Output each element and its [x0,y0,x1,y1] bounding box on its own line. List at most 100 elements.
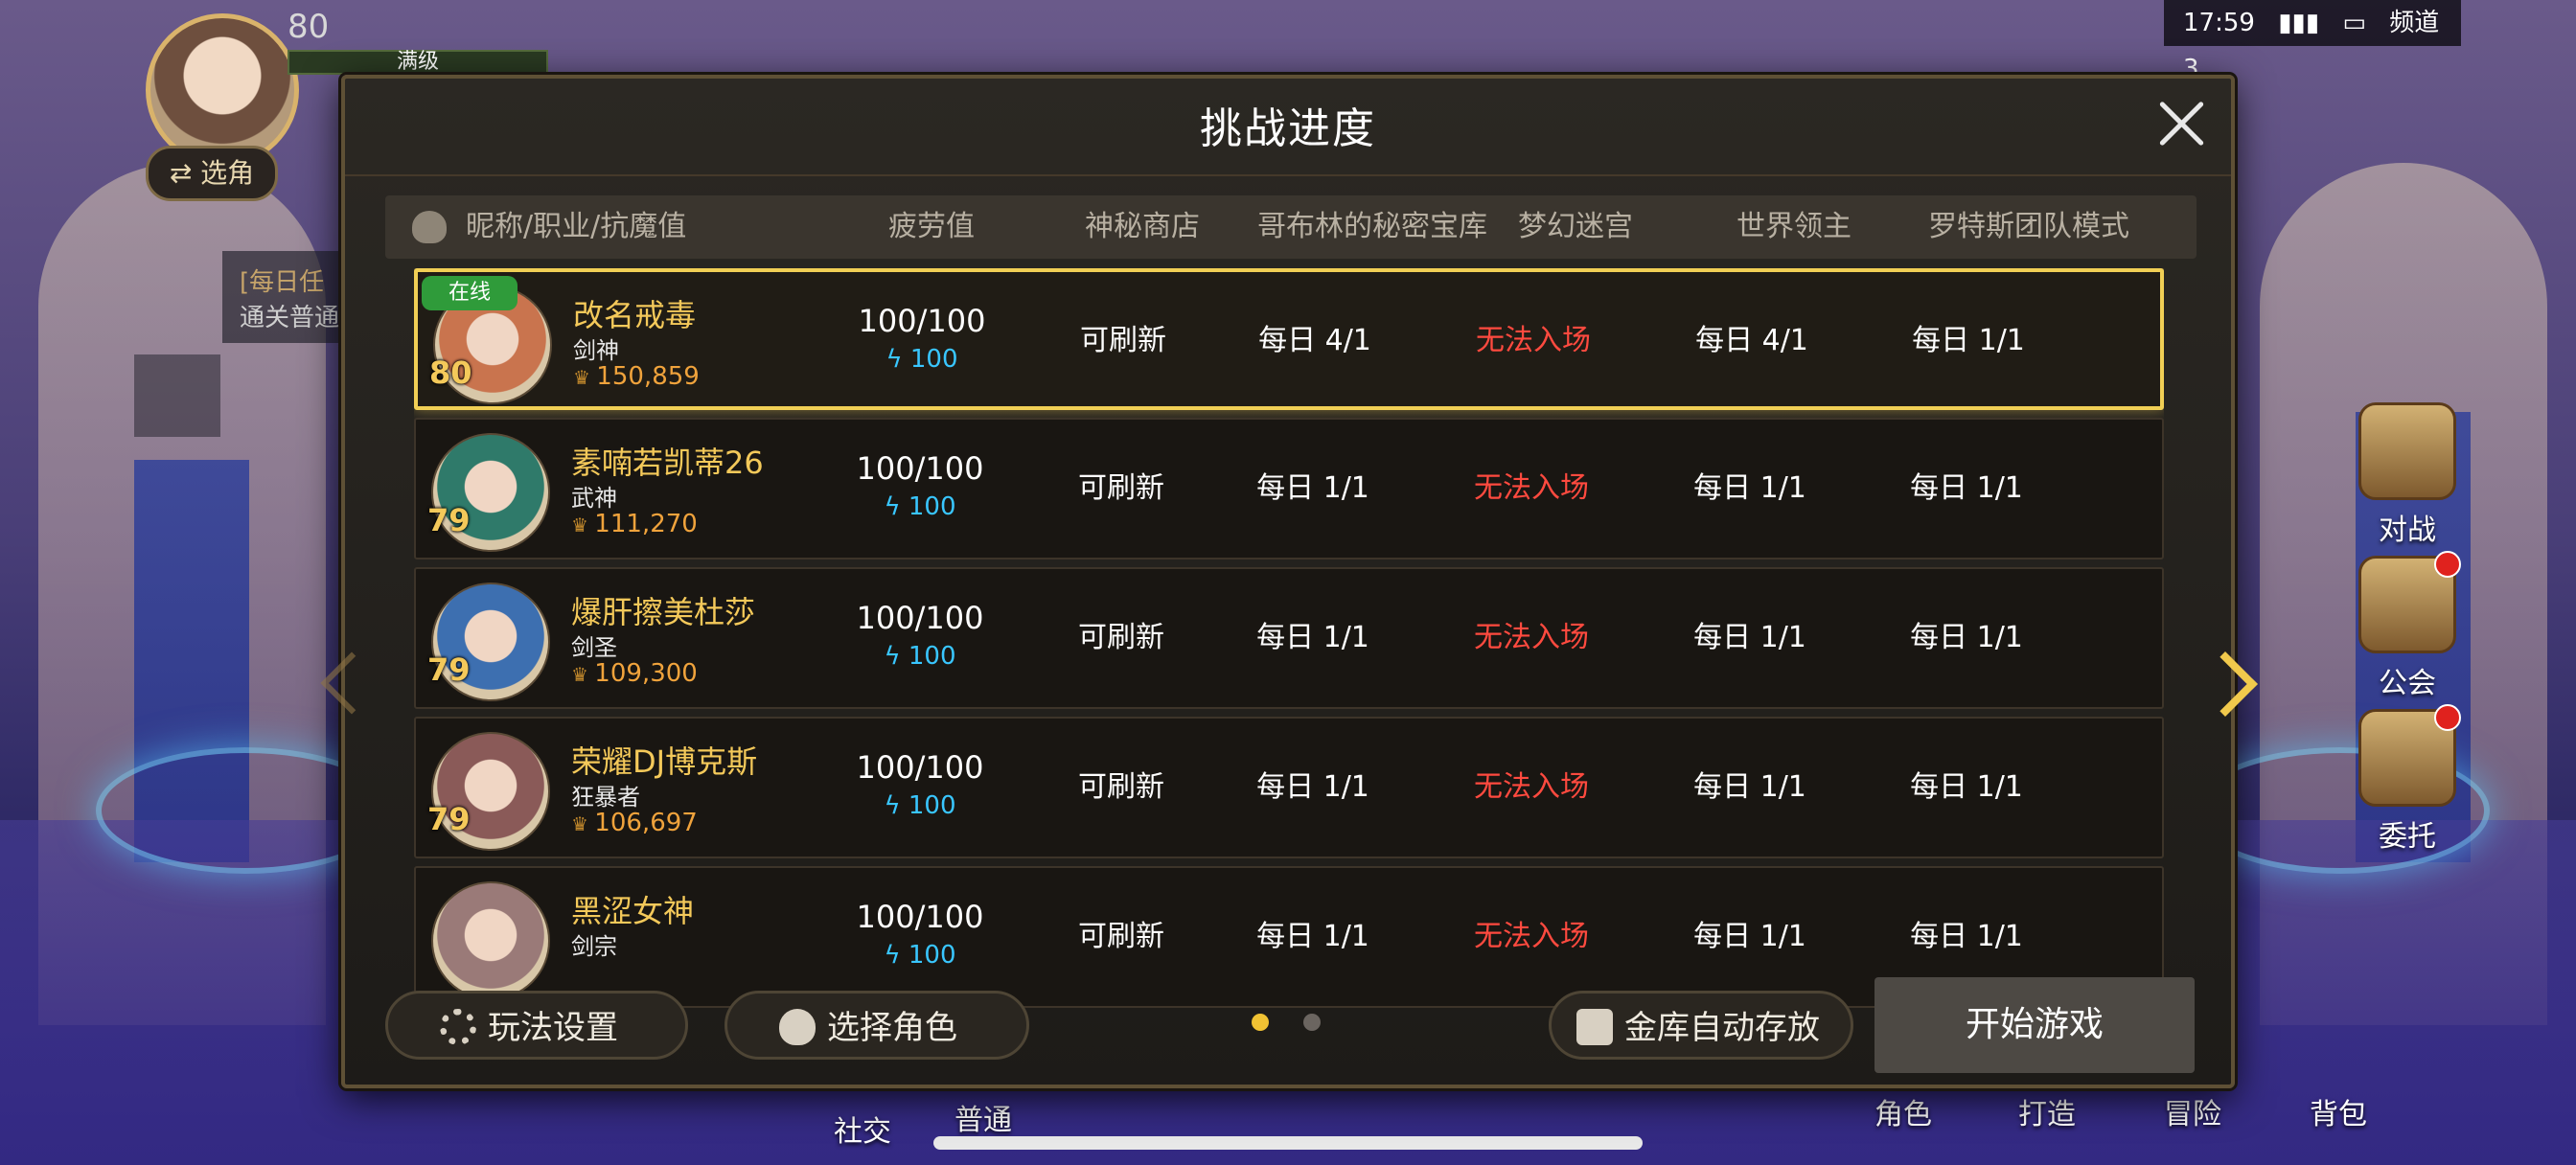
world-boss-status: 每日 1/1 [1693,770,1806,804]
energy-value: ϟ 100 [884,791,956,820]
energy-value: ϟ 100 [884,941,956,970]
character-name: 荣耀DJ博克斯 [571,743,758,780]
energy-number: 100 [908,642,956,671]
energy-value: ϟ 100 [886,345,958,374]
fatigue-cell: 100/100 ϟ 100 [824,749,1016,820]
energy-value: ϟ 100 [884,642,956,671]
table-header: 昵称/职业/抗魔值 疲劳值 神秘商店 哥布林的秘密宝库 梦幻迷宫 世界领主 罗特… [385,195,2196,259]
goblin-vault-status: 每日 4/1 [1258,324,1371,357]
character-level: 79 [427,651,471,688]
fatigue-value: 100/100 [856,749,984,786]
player-avatar[interactable] [146,13,299,167]
fatigue-value: 100/100 [856,600,984,636]
character-row[interactable]: 79 荣耀DJ博克斯 狂暴者 106,697 100/100 ϟ 100 可刷新… [414,717,2164,858]
goblin-vault-status: 每日 1/1 [1256,920,1369,953]
character-row[interactable]: 79 爆肝擦美杜莎 剑圣 109,300 100/100 ϟ 100 可刷新 每… [414,567,2164,709]
shop-status: 可刷新 [1078,920,1164,953]
nav-social[interactable]: 社交 [834,1108,891,1150]
treasure-chest-icon [1576,1008,1613,1045]
fatigue-value: 100/100 [858,303,986,339]
close-button[interactable] [2154,96,2208,149]
energy-number: 100 [908,492,956,521]
character-name: 素喃若凯蒂26 [571,445,764,481]
battery-icon: ▭ [2342,9,2366,37]
energy-value: ϟ 100 [884,492,956,521]
character-name: 改名戒毒 [573,297,697,333]
dream-maze-status: 无法入场 [1474,920,1589,953]
page-indicator-active [1252,1014,1269,1031]
friends-icon[interactable] [134,354,220,437]
start-game-button[interactable]: 开始游戏 [1874,977,2195,1073]
character-row[interactable]: 在线 80 改名戒毒 剑神 150,859 100/100 ϟ 100 可刷新 … [414,268,2164,410]
anti-magic-value: 106,697 [571,809,698,837]
nav-character[interactable]: 角色 [1874,1090,1932,1132]
character-job: 武神 [571,485,617,512]
header-maze: 梦幻迷宫 [1518,210,1633,243]
world-boss-status: 每日 1/1 [1693,621,1806,654]
anti-magic-value: 111,270 [571,510,698,538]
nav-adventure[interactable]: 冒险 [2164,1090,2221,1132]
challenge-progress-dialog: 挑战进度 昵称/职业/抗魔值 疲劳值 神秘商店 哥布林的秘密宝库 梦幻迷宫 世界… [320,75,2258,1088]
status-bar: 17:59 ▮▮▮ ▭ 频道3 [2164,0,2461,83]
header-goblin: 哥布林的秘密宝库 [1257,210,1487,243]
settings-label: 玩法设置 [488,1009,618,1047]
notification-dot [2434,551,2461,578]
goblin-vault-status: 每日 1/1 [1256,621,1369,654]
player-level: 80 [288,8,330,46]
fatigue-value: 100/100 [856,899,984,935]
vault-auto-store-button[interactable]: 金库自动存放 [1549,991,1853,1060]
nav-bag[interactable]: 背包 [2310,1090,2367,1132]
character-list[interactable]: 在线 80 改名戒毒 剑神 150,859 100/100 ϟ 100 可刷新 … [414,268,2164,1037]
world-boss-status: 每日 1/1 [1693,920,1806,953]
gameplay-settings-button[interactable]: 玩法设置 [385,991,688,1060]
switch-role-button[interactable]: ⇄ 选角 [146,146,278,201]
battle-label: 对战 [2379,514,2436,547]
dream-maze-status: 无法入场 [1474,770,1589,804]
online-badge: 在线 [422,276,518,310]
header-raid: 罗特斯团队模式 [1928,210,2129,243]
commission-label: 委托 [2379,820,2436,854]
nav-normal[interactable]: 普通 [954,1096,1012,1138]
commission-button[interactable]: 委托 [2354,704,2461,855]
header-name: 昵称/职业/抗魔值 [466,210,687,243]
header-fatigue: 疲劳值 [888,210,975,243]
character-job: 狂暴者 [571,784,640,811]
energy-number: 100 [908,791,956,820]
character-level: 80 [429,354,472,391]
clock: 17:59 [2183,9,2255,37]
world-boss-status: 每日 1/1 [1693,471,1806,505]
title-divider [345,174,2231,176]
select-role-button[interactable]: 选择角色 [724,991,1029,1060]
next-page-arrow[interactable] [2193,651,2258,717]
notice-board-icon [2358,704,2461,807]
dream-maze-status: 无法入场 [1476,324,1591,357]
character-select-icon [779,1008,816,1045]
character-row[interactable]: 79 素喃若凯蒂26 武神 111,270 100/100 ϟ 100 可刷新 … [414,418,2164,560]
signal-icon: ▮▮▮ [2278,9,2320,37]
shop-status: 可刷新 [1078,621,1164,654]
page-indicator [1303,1014,1321,1031]
fatigue-cell: 100/100 ϟ 100 [824,600,1016,671]
world-boss-status: 每日 4/1 [1695,324,1808,357]
crossed-swords-icon [2358,402,2456,500]
auto-store-label: 金库自动存放 [1624,1009,1820,1047]
character-level: 79 [427,801,471,837]
character-name: 爆肝擦美杜莎 [571,594,756,630]
battle-button[interactable]: 对战 [2354,402,2461,548]
character-job: 剑圣 [571,634,617,661]
home-indicator[interactable] [933,1136,1643,1150]
fatigue-cell: 100/100 ϟ 100 [824,450,1016,521]
fatigue-cell: 100/100 ϟ 100 [824,899,1016,970]
shop-status: 可刷新 [1078,471,1164,505]
guild-button[interactable]: 公会 [2354,551,2461,701]
raid-status: 每日 1/1 [1910,770,2023,804]
prev-page-arrow[interactable] [320,651,383,715]
header-boss: 世界领主 [1736,210,1852,243]
raid-status: 每日 1/1 [1910,471,2023,505]
character-avatar [431,881,550,1000]
character-name: 黑涩女神 [571,893,695,929]
dialog-title: 挑战进度 [1200,104,1376,153]
nav-craft[interactable]: 打造 [2018,1090,2076,1132]
goblin-vault-status: 每日 1/1 [1256,471,1369,505]
character-job: 剑宗 [571,933,617,960]
